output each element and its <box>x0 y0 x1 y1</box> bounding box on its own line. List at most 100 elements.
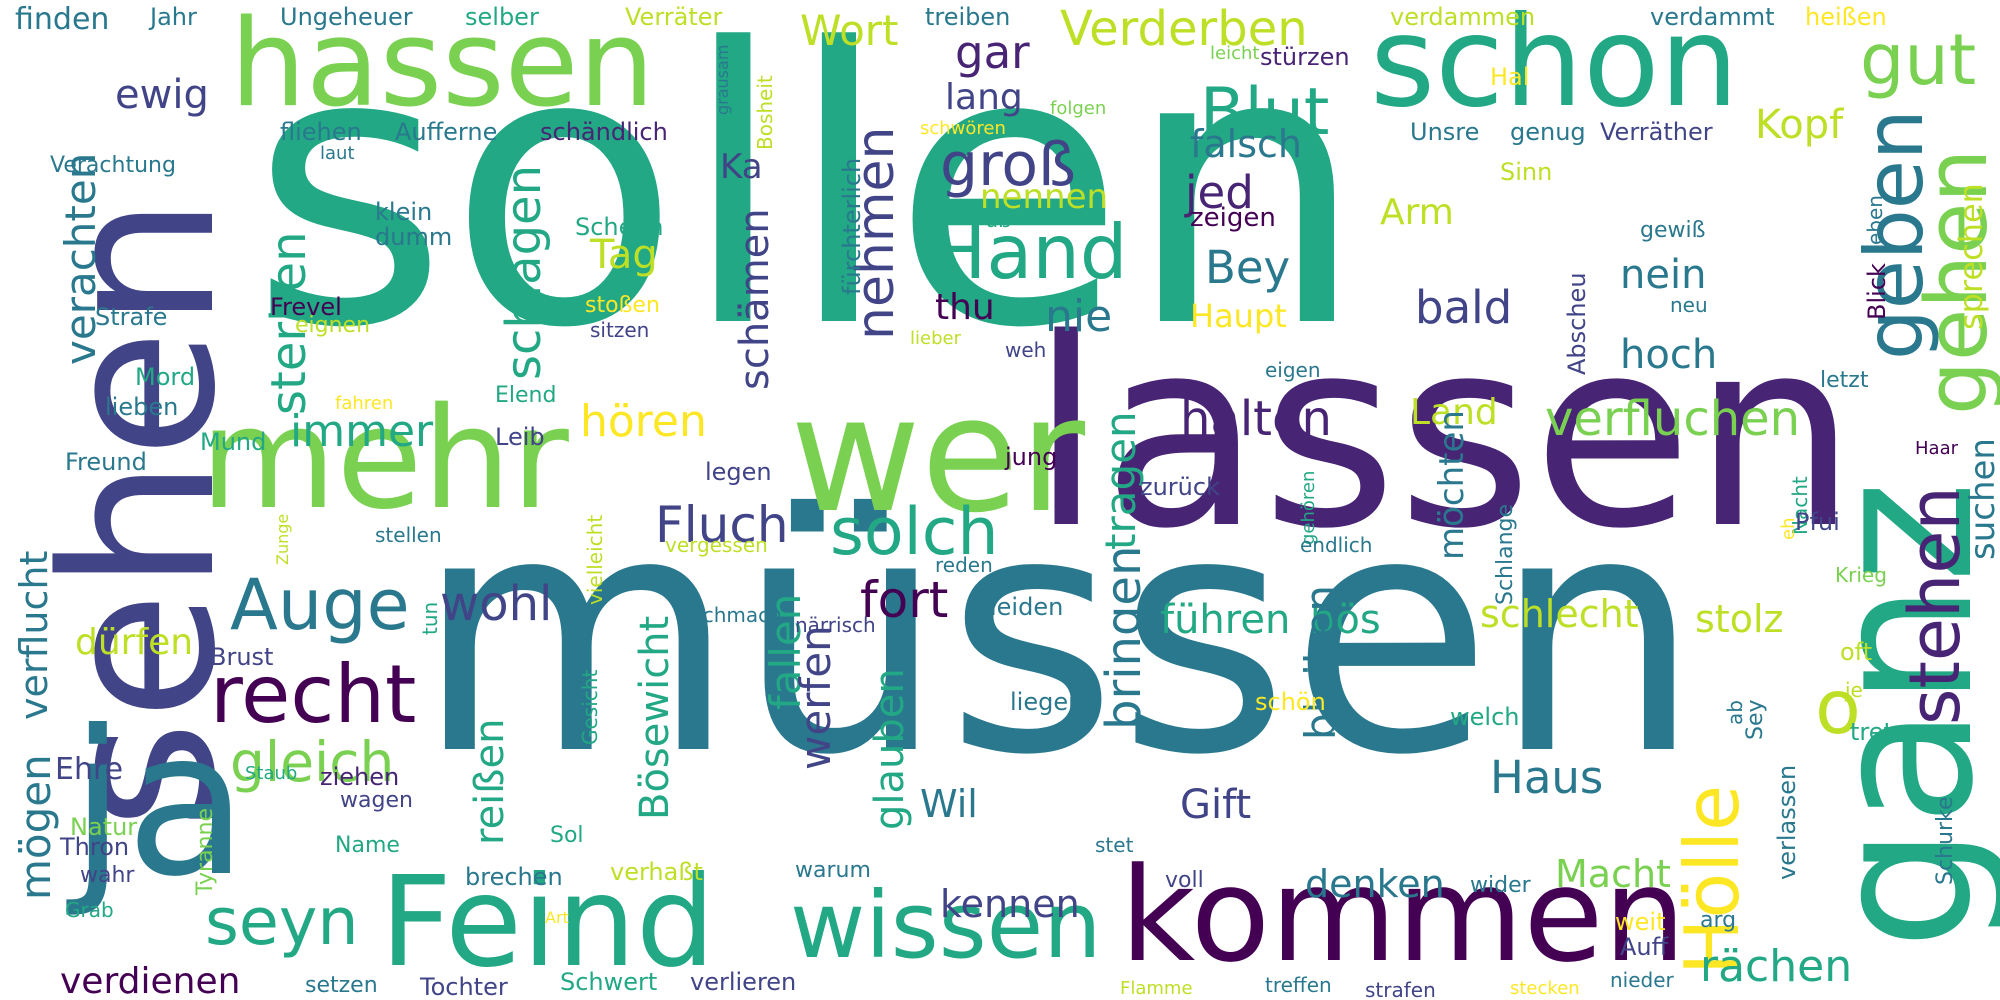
cloud-word: schlagen <box>496 165 552 380</box>
cloud-word: schwören <box>920 118 1006 139</box>
cloud-word: lieber <box>910 328 961 349</box>
cloud-word: verflucht <box>12 550 56 720</box>
cloud-word: warum <box>795 858 871 883</box>
cloud-word: vielleicht <box>583 514 607 605</box>
cloud-word: stecken <box>1510 978 1580 999</box>
cloud-word: Elend <box>495 383 557 408</box>
cloud-word: bleiben <box>1296 585 1345 740</box>
cloud-word: Ehre <box>55 752 124 787</box>
cloud-word: sitzen <box>590 318 650 342</box>
cloud-word: wagen <box>340 788 413 813</box>
cloud-word: zurück <box>1140 473 1220 501</box>
cloud-word: halten <box>1180 391 1332 447</box>
cloud-word: selber <box>465 3 539 31</box>
cloud-word: stürzen <box>1260 43 1350 71</box>
cloud-word: Leib <box>495 423 545 451</box>
cloud-word: möchten <box>1432 410 1472 560</box>
cloud-word: Hand <box>930 208 1128 296</box>
cloud-word: gewiß <box>1640 218 1706 243</box>
cloud-word: tragen <box>1096 411 1145 550</box>
cloud-word: ziehen <box>320 763 400 791</box>
cloud-word: wahr <box>80 863 135 888</box>
cloud-word: Verräter <box>625 3 723 31</box>
cloud-word: Tochter <box>420 973 508 1000</box>
cloud-word: treten <box>1850 718 1923 746</box>
cloud-word: falsch <box>1190 122 1302 166</box>
cloud-word: ab <box>1723 700 1747 725</box>
cloud-word: närrisch <box>795 613 876 637</box>
cloud-word: Strafe <box>95 303 168 331</box>
cloud-word: kennen <box>940 882 1080 926</box>
cloud-word: Unsre <box>1410 118 1480 146</box>
cloud-word: weh <box>1005 338 1047 362</box>
cloud-word: stoßen <box>585 293 660 318</box>
cloud-word: Krieg <box>1835 563 1887 587</box>
cloud-word: Haupt <box>1190 297 1287 335</box>
cloud-word: Aufferne <box>395 118 498 146</box>
cloud-word: Auff <box>1620 933 1669 961</box>
cloud-word: Tag <box>590 232 658 278</box>
cloud-word: thu <box>935 287 995 328</box>
cloud-word: eben <box>1863 195 1887 245</box>
cloud-word: Gift <box>1180 782 1252 828</box>
cloud-word: stolz <box>1695 597 1784 641</box>
cloud-word: verdienen <box>60 961 241 1000</box>
cloud-word: bald <box>1415 281 1513 334</box>
cloud-word: Mund <box>200 428 267 456</box>
cloud-word: liegen <box>1010 688 1084 716</box>
cloud-word: Thron <box>60 833 130 861</box>
cloud-word: denken <box>1305 862 1445 906</box>
cloud-word: bringen <box>1096 545 1152 730</box>
cloud-word: eh <box>1778 517 1799 540</box>
cloud-word: eignen <box>295 313 371 338</box>
cloud-word: klein <box>375 198 433 226</box>
cloud-word: Wil <box>920 782 978 826</box>
cloud-word: treffen <box>1265 973 1332 997</box>
cloud-word: arg <box>1700 908 1737 933</box>
cloud-word: verlassen <box>1773 764 1801 880</box>
cloud-word: dürfen <box>75 622 194 663</box>
cloud-word: je <box>1845 678 1863 702</box>
cloud-word: Fuß <box>975 208 1011 232</box>
cloud-word: Mord <box>135 363 196 391</box>
cloud-word: Bey <box>1205 241 1291 294</box>
cloud-word: verdammen <box>1390 3 1536 31</box>
cloud-word: grausam <box>713 44 732 115</box>
cloud-word: Flamme <box>1120 978 1193 999</box>
cloud-word: schön <box>1255 688 1326 716</box>
cloud-word: Haus <box>1490 751 1604 804</box>
cloud-word: Macht <box>1555 852 1671 896</box>
cloud-word: verlieren <box>690 968 797 996</box>
cloud-word: Arm <box>1380 192 1454 233</box>
cloud-word: lieben <box>105 393 179 421</box>
cloud-word: setzen <box>305 973 378 998</box>
cloud-word: vergessen <box>665 533 768 557</box>
cloud-word: dumm <box>375 223 453 251</box>
cloud-word: Blick <box>1863 263 1891 320</box>
cloud-word: eigen <box>1265 358 1321 382</box>
cloud-word: nie <box>1045 291 1113 342</box>
cloud-word: Abscheu <box>1563 272 1591 375</box>
cloud-word: fliehen <box>280 118 362 146</box>
cloud-word: Wort <box>800 6 899 55</box>
cloud-word: wohl <box>440 576 553 632</box>
cloud-word: weit <box>1615 908 1666 936</box>
cloud-word: nein <box>1620 252 1707 298</box>
cloud-word: mögen <box>11 754 60 900</box>
cloud-word: Freund <box>65 448 147 476</box>
cloud-word: welch <box>1450 703 1520 731</box>
cloud-word: Ungeheuer <box>280 3 413 31</box>
cloud-word: werfen <box>791 625 840 770</box>
cloud-word: strafen <box>1365 978 1436 1000</box>
cloud-word: Haar <box>1915 438 1958 459</box>
cloud-word: hören <box>580 396 707 447</box>
cloud-word: Grab <box>65 898 114 922</box>
cloud-word: letzt <box>1820 368 1869 393</box>
cloud-word: Brust <box>210 643 274 671</box>
cloud-word: finden <box>15 2 110 37</box>
cloud-word: sprechen <box>1952 183 1990 330</box>
cloud-word: Staub <box>245 763 298 784</box>
cloud-word: tun <box>418 601 442 635</box>
cloud-word: suchen <box>1963 438 2000 560</box>
cloud-word: stehen <box>1894 486 1976 725</box>
